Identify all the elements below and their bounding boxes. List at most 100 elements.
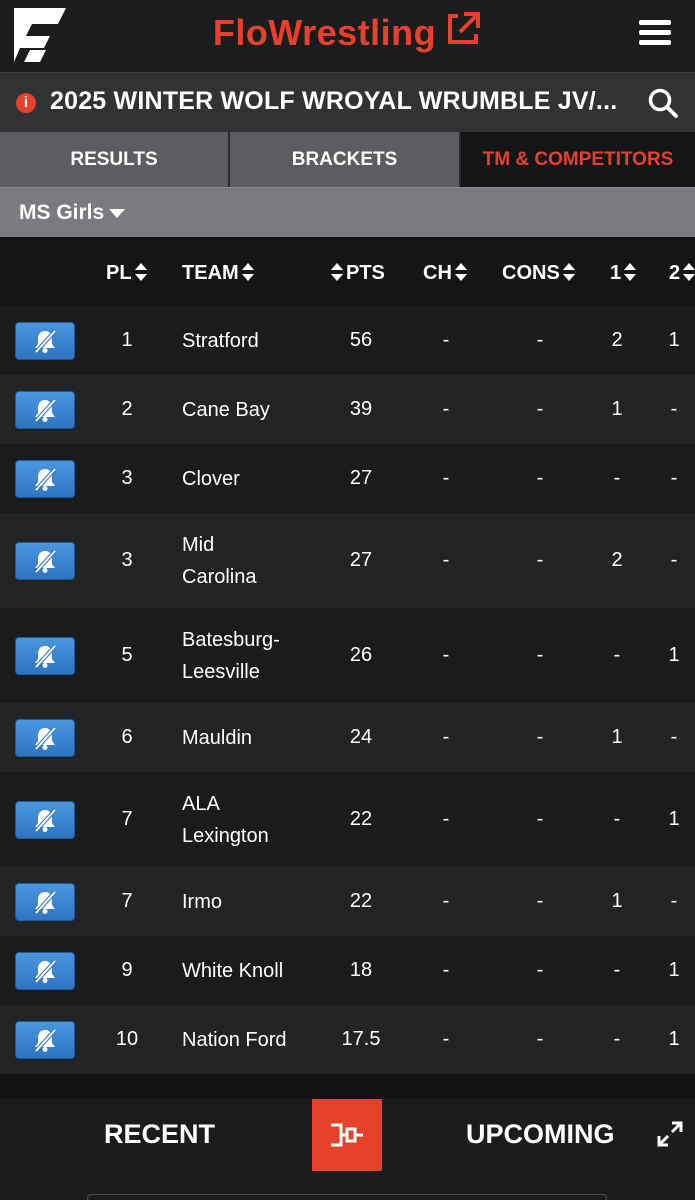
cell-cons: - [536, 725, 544, 748]
table-row: 5 26 - - - 1 Batesburg- Leesville [0, 608, 695, 703]
cell-place: 7 [121, 807, 133, 830]
cell-ch: - [442, 725, 450, 748]
notify-toggle-button[interactable] [15, 882, 75, 921]
cell-second: 1 [668, 1027, 680, 1050]
cell-second: - [670, 466, 678, 489]
cell-points: 39 [349, 397, 373, 420]
notify-toggle-button[interactable] [15, 951, 75, 990]
cell-cons: - [536, 1027, 544, 1050]
team-name-line: Batesburg- [182, 628, 280, 651]
cell-team-name[interactable]: Mauldin [182, 722, 252, 754]
cell-points: 22 [349, 807, 373, 830]
team-name-line: White Knoll [182, 959, 284, 982]
tab-brackets[interactable]: BRACKETS [230, 132, 461, 187]
cell-place: 6 [121, 725, 133, 748]
cell-points: 18 [349, 958, 373, 981]
notify-toggle-button[interactable] [15, 800, 75, 839]
cell-team-name[interactable]: Clover [182, 463, 240, 495]
cell-place: 3 [121, 548, 133, 571]
division-select-value: MS Girls [19, 201, 105, 224]
column-header-1[interactable]: 1 [610, 262, 637, 285]
cell-cons: - [536, 328, 544, 351]
cell-second: 1 [668, 328, 680, 351]
cell-points: 22 [349, 889, 373, 912]
bell-off-icon [34, 467, 57, 491]
column-header-ch[interactable]: CH [423, 262, 467, 285]
cell-first: - [613, 807, 621, 830]
table-row: 7 22 - - 1 - Irmo [0, 867, 695, 936]
cell-team-name[interactable]: Cane Bay [182, 394, 270, 426]
notify-toggle-button[interactable] [15, 321, 75, 360]
cell-second: 1 [668, 807, 680, 830]
cell-ch: - [442, 548, 450, 571]
notify-toggle-button[interactable] [15, 1020, 75, 1059]
column-header-pl[interactable]: PL [106, 262, 147, 285]
bottom-bar: RECENT UPCOMING [0, 1099, 695, 1200]
cell-cons: - [536, 807, 544, 830]
cell-cons: - [536, 548, 544, 571]
cell-second: - [670, 397, 678, 420]
table-row: 3 27 - - 2 - Mid Carolina [0, 513, 695, 608]
expand-icon[interactable] [657, 1121, 683, 1147]
external-link-icon [448, 12, 481, 45]
notify-toggle-button[interactable] [15, 390, 75, 429]
cell-team-name[interactable]: Irmo [182, 886, 222, 918]
bell-off-icon [34, 890, 57, 914]
upcoming-button[interactable]: UPCOMING [466, 1119, 615, 1150]
hamburger-menu-icon[interactable] [639, 20, 671, 46]
tab-tm-competitors[interactable]: TM & COMPETITORS [461, 132, 695, 187]
info-icon[interactable]: i [16, 93, 36, 113]
column-header-2[interactable]: 2 [669, 262, 695, 285]
division-select[interactable]: MS Girls [0, 187, 695, 237]
recent-button[interactable]: RECENT [104, 1119, 215, 1150]
sort-icon [241, 262, 254, 281]
cell-second: 1 [668, 958, 680, 981]
team-name-line: Nation Ford [182, 1028, 287, 1051]
search-icon[interactable] [647, 87, 679, 119]
cell-team-name[interactable]: Batesburg- Leesville [182, 624, 280, 688]
tab-bar: RESULTS BRACKETS TM & COMPETITORS [0, 132, 695, 187]
cell-place: 9 [121, 958, 133, 981]
cell-points: 27 [349, 548, 373, 571]
notify-toggle-button[interactable] [15, 459, 75, 498]
notify-toggle-button[interactable] [15, 636, 75, 675]
cell-first: 1 [611, 889, 623, 912]
bell-off-icon [34, 644, 57, 668]
cell-ch: - [442, 466, 450, 489]
column-header-team[interactable]: TEAM [182, 262, 254, 285]
cell-team-name[interactable]: Nation Ford [182, 1024, 287, 1056]
cell-first: 2 [611, 548, 623, 571]
cell-team-name[interactable]: ALA Lexington [182, 788, 269, 852]
tab-results[interactable]: RESULTS [0, 132, 230, 187]
team-name-line: Cane Bay [182, 398, 270, 421]
cell-ch: - [442, 328, 450, 351]
cell-cons: - [536, 643, 544, 666]
bracket-icon [331, 1123, 363, 1147]
cell-place: 5 [121, 643, 133, 666]
cell-first: - [613, 466, 621, 489]
event-title[interactable]: 2025 WINTER WOLF WROYAL WRUMBLE JV/... [50, 87, 617, 116]
sort-icon [454, 262, 467, 281]
notify-toggle-button[interactable] [15, 718, 75, 757]
cell-ch: - [442, 958, 450, 981]
cell-first: - [613, 958, 621, 981]
cell-team-name[interactable]: Stratford [182, 325, 259, 357]
cell-team-name[interactable]: White Knoll [182, 955, 283, 987]
cell-ch: - [442, 1027, 450, 1050]
column-header-cons[interactable]: CONS [502, 262, 575, 285]
bracket-button[interactable] [312, 1099, 382, 1171]
bell-off-icon [34, 398, 57, 422]
column-header-pts[interactable]: PTS [331, 262, 385, 285]
bell-off-icon [34, 549, 57, 573]
team-name-line: Mauldin [182, 726, 253, 749]
cell-points: 26 [349, 643, 373, 666]
cell-first: 1 [611, 397, 623, 420]
cell-team-name[interactable]: Mid Carolina [182, 529, 256, 593]
brand-title[interactable]: FloWrestling [0, 12, 695, 54]
team-name-line: Leesville [182, 660, 260, 683]
cell-cons: - [536, 466, 544, 489]
table-row: 10 17.5 - - - 1 Nation Ford [0, 1005, 695, 1074]
sort-icon [683, 262, 695, 281]
cell-second: - [670, 889, 678, 912]
notify-toggle-button[interactable] [15, 541, 75, 580]
